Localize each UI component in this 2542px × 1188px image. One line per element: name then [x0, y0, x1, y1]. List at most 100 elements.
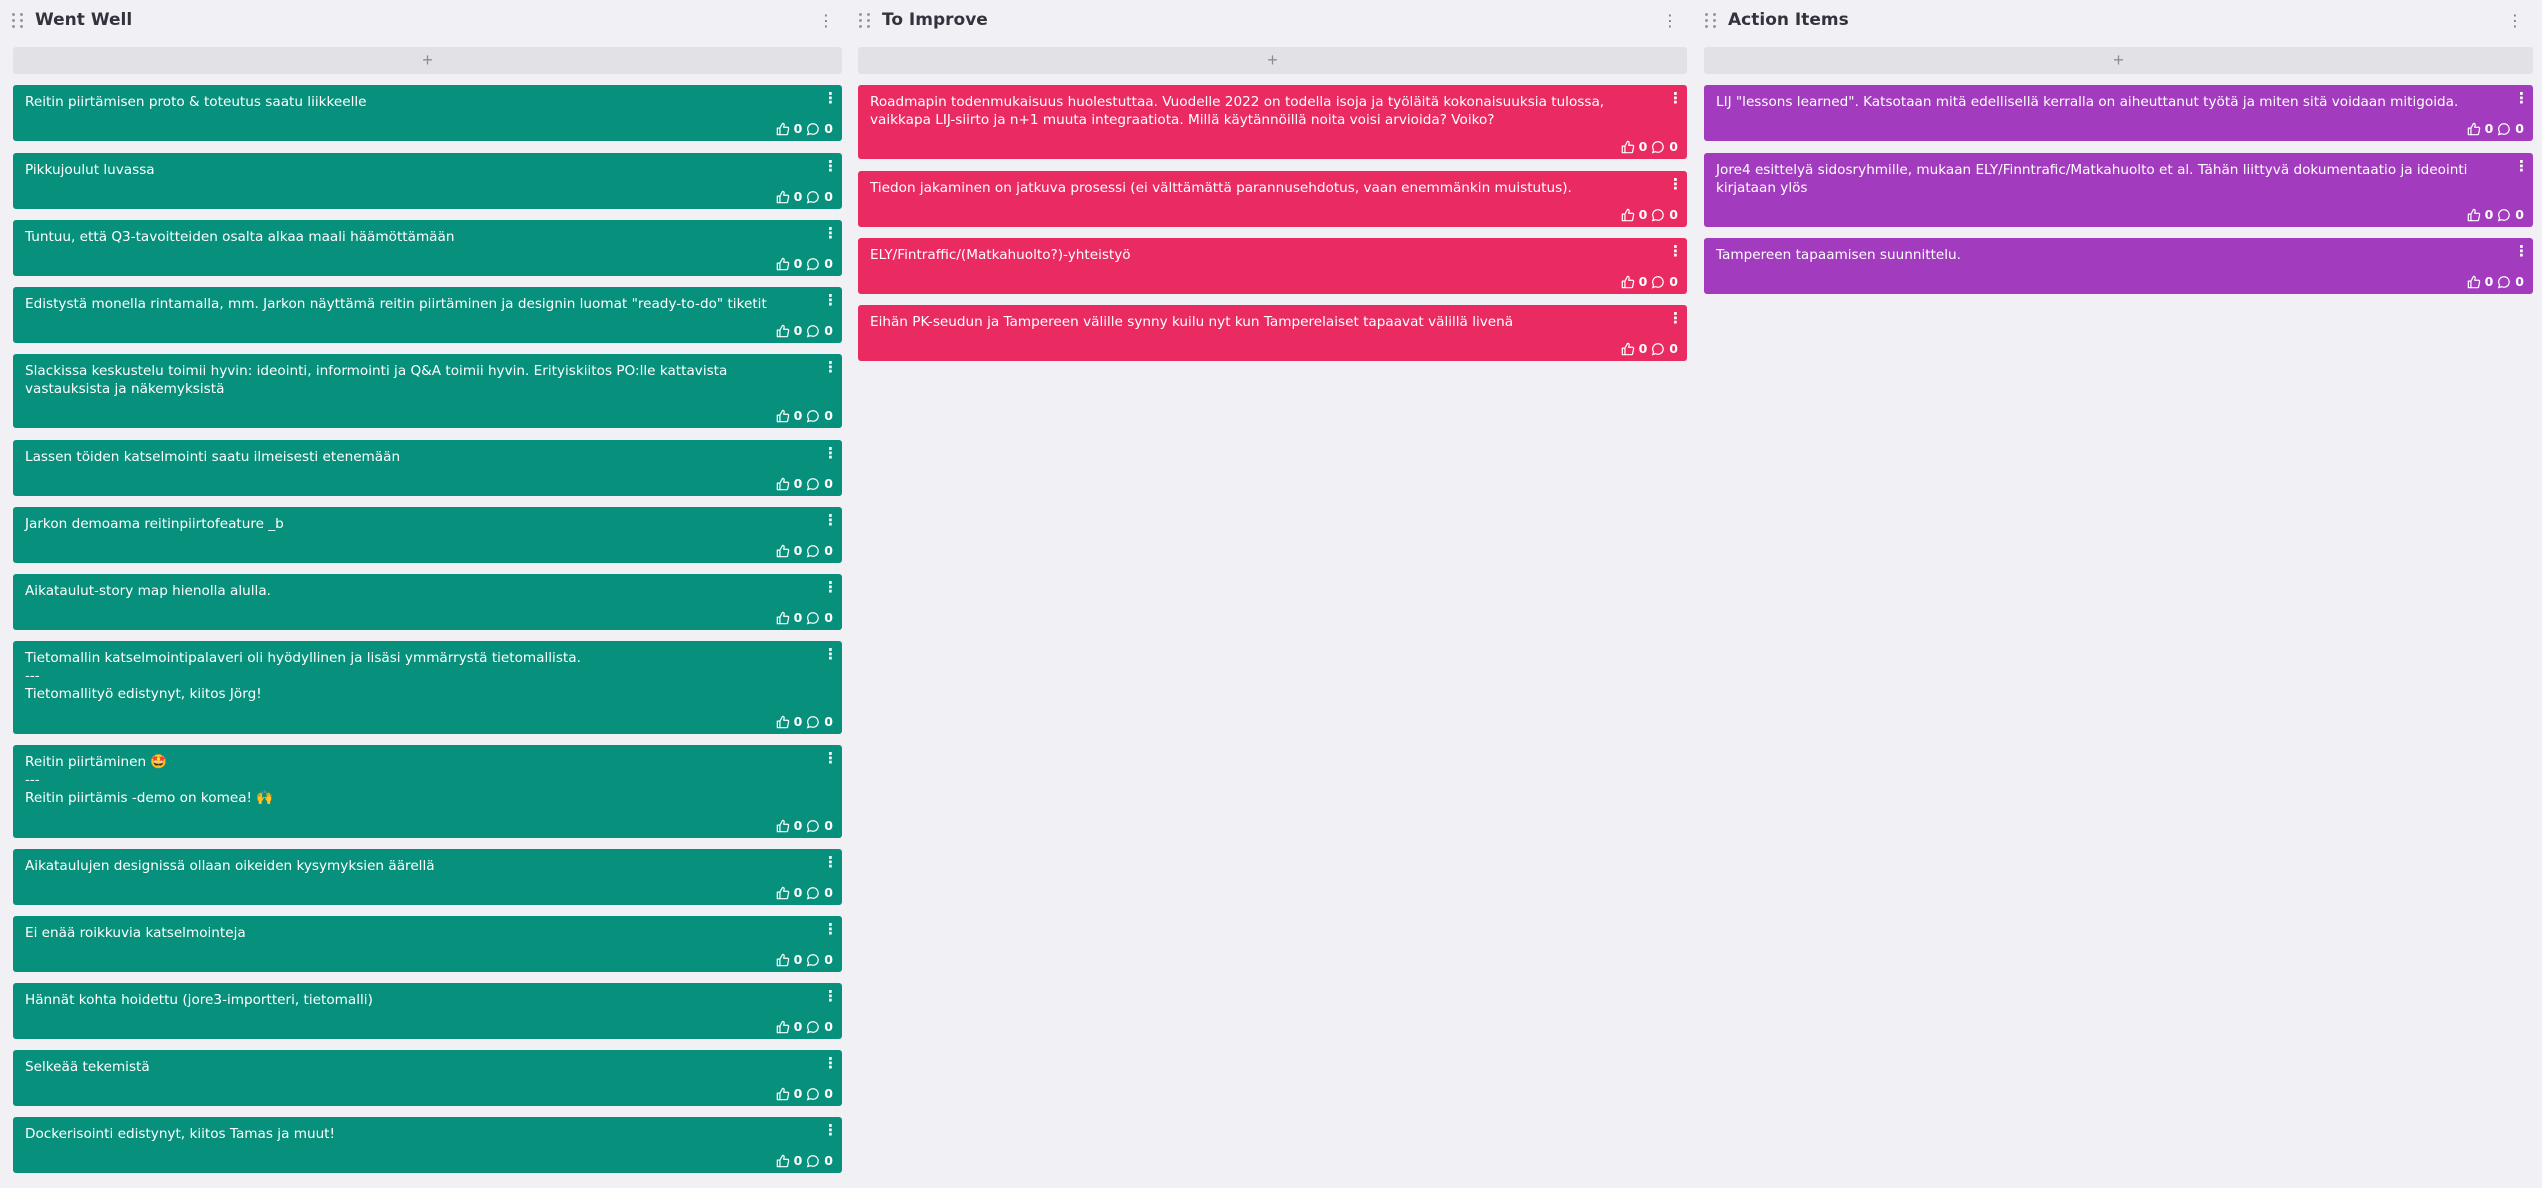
like-button[interactable]: 0 — [776, 322, 802, 340]
card[interactable]: Pikkujoulut luvassa ⋮ 0 0 — [13, 153, 842, 209]
card-menu-icon[interactable]: ⋮ — [1668, 175, 1683, 193]
card-menu-icon[interactable]: ⋮ — [823, 157, 838, 175]
card-menu-icon[interactable]: ⋮ — [2514, 242, 2529, 260]
like-button[interactable]: 0 — [2467, 120, 2493, 138]
card[interactable]: Tampereen tapaamisen suunnittelu. ⋮ 0 0 — [1704, 238, 2533, 294]
card-menu-icon[interactable]: ⋮ — [823, 291, 838, 309]
comment-button[interactable]: 0 — [806, 120, 833, 138]
comment-button[interactable]: 0 — [806, 1018, 833, 1036]
like-button[interactable]: 0 — [776, 1085, 802, 1103]
card[interactable]: Slackissa keskustelu toimii hyvin: ideoi… — [13, 354, 842, 428]
add-card-button[interactable]: + — [13, 47, 842, 74]
comment-button[interactable]: 0 — [806, 713, 833, 731]
like-button[interactable]: 0 — [776, 542, 802, 560]
comment-button[interactable]: 0 — [1651, 138, 1678, 156]
card[interactable]: Selkeää tekemistä ⋮ 0 0 — [13, 1050, 842, 1106]
card[interactable]: Lassen töiden katselmointi saatu ilmeise… — [13, 440, 842, 496]
card-menu-icon[interactable]: ⋮ — [2514, 157, 2529, 175]
like-count: 0 — [1638, 139, 1648, 154]
comment-button[interactable]: 0 — [806, 1152, 833, 1170]
card[interactable]: Tiedon jakaminen on jatkuva prosessi (ei… — [858, 171, 1687, 227]
comment-button[interactable]: 0 — [1651, 340, 1678, 358]
card-menu-icon[interactable]: ⋮ — [2514, 89, 2529, 107]
card[interactable]: Reitin piirtämisen proto & toteutus saat… — [13, 85, 842, 141]
card[interactable]: Jore4 esittelyä sidosryhmille, mukaan EL… — [1704, 153, 2533, 227]
drag-handle-icon[interactable] — [12, 13, 24, 29]
comment-button[interactable]: 0 — [2497, 273, 2524, 291]
like-button[interactable]: 0 — [776, 1152, 802, 1170]
like-button[interactable]: 0 — [1621, 138, 1648, 156]
card-menu-icon[interactable]: ⋮ — [823, 224, 838, 242]
like-button[interactable]: 0 — [776, 255, 802, 273]
card[interactable]: Tietomallin katselmointipalaveri oli hyö… — [13, 641, 842, 734]
card[interactable]: ELY/Fintraffic/(Matkahuolto?)-yhteistyö … — [858, 238, 1687, 294]
card[interactable]: Aikataulujen designissä ollaan oikeiden … — [13, 849, 842, 905]
comment-button[interactable]: 0 — [806, 407, 833, 425]
comment-icon — [2498, 123, 2511, 136]
comment-button[interactable]: 0 — [1651, 273, 1678, 291]
card-menu-icon[interactable]: ⋮ — [823, 749, 838, 767]
like-button[interactable]: 0 — [2467, 273, 2493, 291]
like-button[interactable]: 0 — [2467, 206, 2493, 224]
card-menu-icon[interactable]: ⋮ — [823, 358, 838, 376]
card[interactable]: Ei enää roikkuvia katselmointeja ⋮ 0 0 — [13, 916, 842, 972]
card[interactable]: Dockerisointi edistynyt, kiitos Tamas ja… — [13, 1117, 842, 1173]
comment-button[interactable]: 0 — [806, 475, 833, 493]
card-menu-icon[interactable]: ⋮ — [823, 853, 838, 871]
card[interactable]: Aikataulut-story map hienolla alulla. ⋮ … — [13, 574, 842, 630]
card-menu-icon[interactable]: ⋮ — [823, 511, 838, 529]
card-menu-icon[interactable]: ⋮ — [1668, 242, 1683, 260]
comment-button[interactable]: 0 — [806, 951, 833, 969]
card-menu-icon[interactable]: ⋮ — [823, 89, 838, 107]
column-menu-icon[interactable]: ⋮ — [818, 10, 834, 32]
like-button[interactable]: 0 — [1621, 273, 1647, 291]
comment-button[interactable]: 0 — [806, 1085, 833, 1103]
card[interactable]: Jarkon demoama reitinpiirtofeature _b ⋮ … — [13, 507, 842, 563]
like-button[interactable]: 0 — [1621, 206, 1647, 224]
comment-button[interactable]: 0 — [806, 255, 833, 273]
like-button[interactable]: 0 — [776, 407, 802, 425]
card-menu-icon[interactable]: ⋮ — [823, 987, 838, 1005]
card[interactable]: Eihän PK-seudun ja Tampereen välille syn… — [858, 305, 1687, 361]
add-card-button[interactable]: + — [858, 47, 1687, 74]
card-menu-icon[interactable]: ⋮ — [823, 1121, 838, 1139]
like-button[interactable]: 0 — [776, 884, 802, 902]
card[interactable]: Hännät kohta hoidettu (jore3-importteri,… — [13, 983, 842, 1039]
comment-button[interactable]: 0 — [2497, 206, 2524, 224]
card-menu-icon[interactable]: ⋮ — [823, 645, 838, 663]
drag-handle-icon[interactable] — [859, 13, 871, 29]
like-button[interactable]: 0 — [776, 817, 802, 835]
comment-button[interactable]: 0 — [806, 817, 833, 835]
comment-button[interactable]: 0 — [2497, 120, 2524, 138]
add-card-button[interactable]: + — [1704, 47, 2533, 74]
card-menu-icon[interactable]: ⋮ — [823, 444, 838, 462]
like-button[interactable]: 0 — [776, 120, 802, 138]
comment-button[interactable]: 0 — [806, 322, 833, 340]
card[interactable]: Edistystä monella rintamalla, mm. Jarkon… — [13, 287, 842, 343]
card[interactable]: Tuntuu, että Q3-tavoitteiden osalta alka… — [13, 220, 842, 276]
comment-button[interactable]: 0 — [806, 609, 833, 627]
comment-button[interactable]: 0 — [806, 884, 833, 902]
comment-icon — [807, 1155, 820, 1168]
like-button[interactable]: 0 — [776, 609, 802, 627]
card-menu-icon[interactable]: ⋮ — [823, 920, 838, 938]
card-menu-icon[interactable]: ⋮ — [1668, 309, 1683, 327]
comment-button[interactable]: 0 — [1651, 206, 1678, 224]
drag-handle-icon[interactable] — [1705, 13, 1717, 29]
column-menu-icon[interactable]: ⋮ — [2507, 10, 2523, 32]
like-button[interactable]: 0 — [776, 713, 802, 731]
card[interactable]: Roadmapin todenmukaisuus huolestuttaa. V… — [858, 85, 1687, 159]
comment-button[interactable]: 0 — [806, 542, 833, 560]
card-menu-icon[interactable]: ⋮ — [1668, 89, 1683, 107]
column-menu-icon[interactable]: ⋮ — [1662, 10, 1678, 32]
like-button[interactable]: 0 — [776, 188, 802, 206]
card[interactable]: LIJ "lessons learned". Katsotaan mitä ed… — [1704, 85, 2533, 141]
comment-button[interactable]: 0 — [806, 188, 833, 206]
card-menu-icon[interactable]: ⋮ — [823, 1054, 838, 1072]
like-button[interactable]: 0 — [776, 951, 802, 969]
like-button[interactable]: 0 — [776, 1018, 802, 1036]
like-button[interactable]: 0 — [776, 475, 802, 493]
card[interactable]: Reitin piirtäminen 🤩 --- Reitin piirtämis … — [13, 745, 842, 838]
like-button[interactable]: 0 — [1621, 340, 1647, 358]
card-menu-icon[interactable]: ⋮ — [823, 578, 838, 596]
